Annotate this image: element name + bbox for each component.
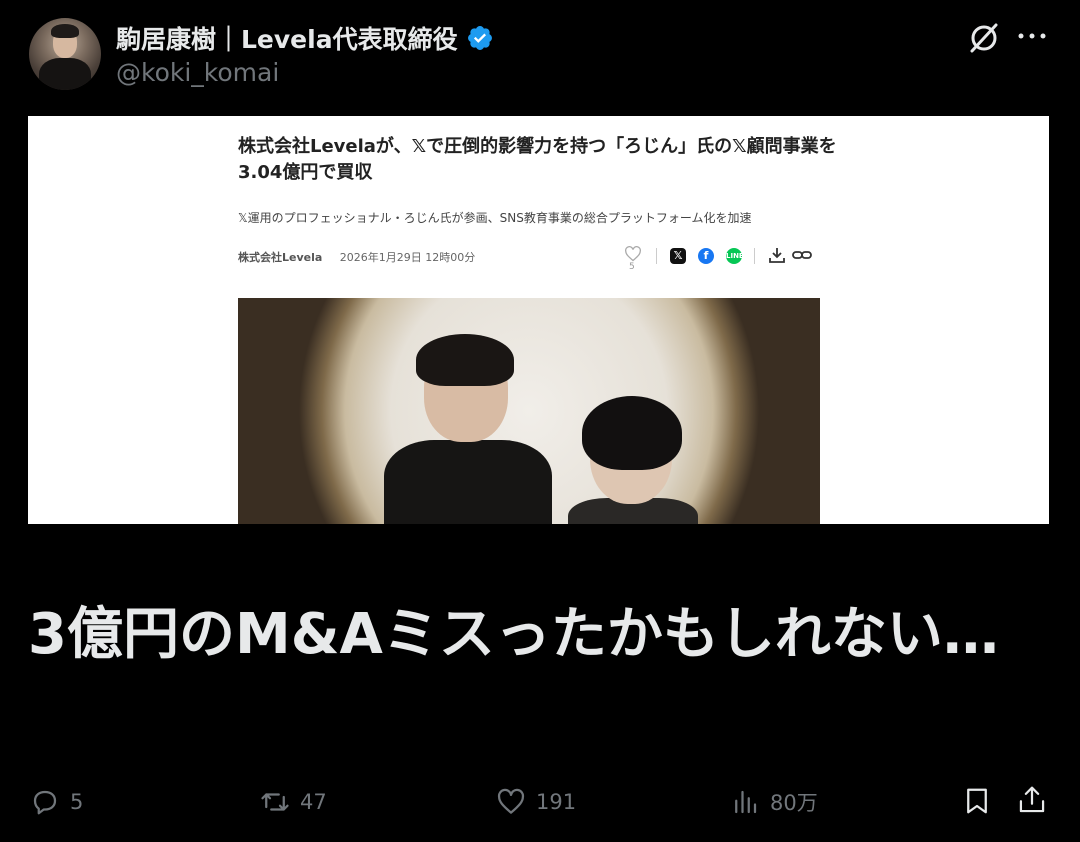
- article-subtitle: 𝕏運用のプロフェッショナル・ろじん氏が参画、SNS教育事業の総合プラットフォーム…: [238, 211, 752, 225]
- repost-button[interactable]: 47: [260, 784, 327, 820]
- download-icon: [769, 248, 785, 263]
- divider: [656, 248, 657, 264]
- repost-icon: [261, 793, 289, 811]
- heart-icon: [497, 788, 525, 814]
- x-share-icon: 𝕏: [670, 248, 686, 264]
- heart-icon: [625, 246, 641, 262]
- article-photo: [238, 298, 820, 524]
- link-icon: [792, 251, 812, 259]
- bookmark-icon[interactable]: [962, 786, 992, 816]
- article-title: 株式会社Levelaが、𝕏で圧倒的影響力を持つ「ろじん」氏の𝕏顧問事業を3.04…: [238, 136, 837, 183]
- grok-icon[interactable]: [966, 20, 1002, 56]
- line-share-icon: LINE: [726, 248, 744, 264]
- article-actions: 5 𝕏 f LINE: [624, 244, 824, 274]
- article-company: 株式会社Levela: [238, 251, 323, 264]
- repost-count: 47: [300, 790, 327, 814]
- article-like-count: 5: [629, 262, 635, 272]
- reply-count: 5: [70, 790, 84, 814]
- views-button[interactable]: 80万: [730, 784, 818, 820]
- article-date: 2026年1月29日 12時00分: [339, 251, 476, 264]
- article-meta: 株式会社Levela 2026年1月29日 12時00分: [238, 249, 475, 265]
- analytics-icon: [735, 790, 757, 814]
- author-display-name[interactable]: 駒居康樹｜Levela代表取締役: [116, 20, 494, 56]
- like-count: 191: [536, 790, 577, 814]
- post-text: 3億円のM&Aミスったかもしれない…: [28, 602, 999, 667]
- author-name-text[interactable]: 駒居康樹｜Levela代表取締役: [116, 20, 458, 56]
- like-button[interactable]: 191: [496, 784, 576, 820]
- author-handle[interactable]: @koki_komai: [116, 58, 279, 87]
- divider: [754, 248, 755, 264]
- share-icon[interactable]: [1017, 784, 1047, 816]
- more-icon[interactable]: [1016, 26, 1048, 46]
- views-count: 80万: [770, 791, 818, 815]
- verified-badge-icon: [467, 26, 492, 50]
- avatar[interactable]: [29, 18, 101, 90]
- facebook-share-icon: f: [698, 248, 714, 264]
- attached-image[interactable]: 株式会社Levelaが、𝕏で圧倒的影響力を持つ「ろじん」氏の𝕏顧問事業を3.04…: [28, 116, 1049, 524]
- tweet-view: 駒居康樹｜Levela代表取締役 @koki_komai 株式会社Levelaが…: [0, 0, 1080, 842]
- reply-button[interactable]: 5: [30, 784, 83, 820]
- reply-icon: [33, 790, 57, 815]
